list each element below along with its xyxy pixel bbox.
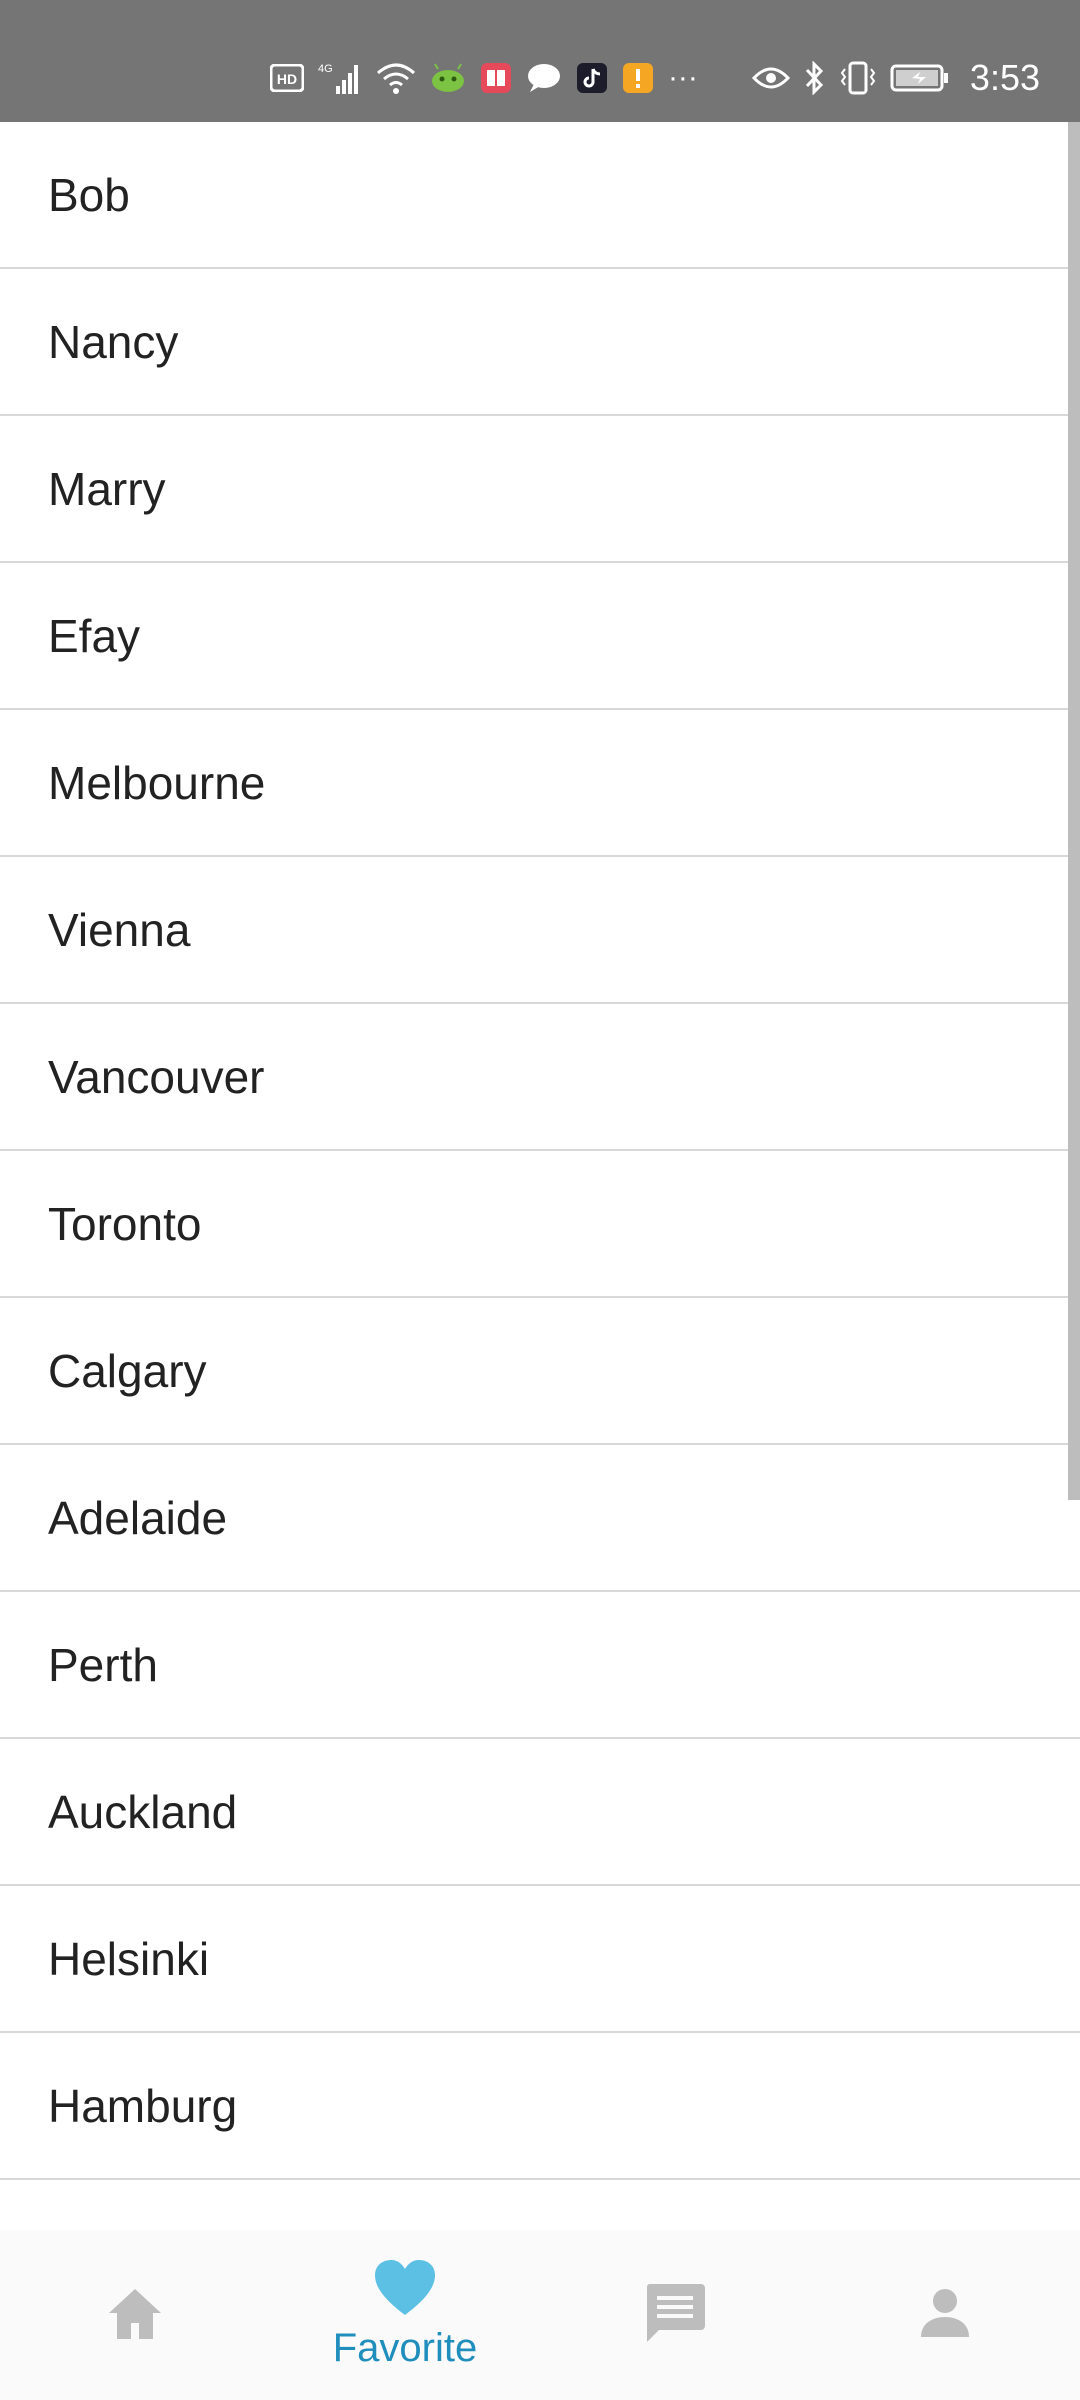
- city-list[interactable]: Bob Nancy Marry Efay Melbourne Vienna Vancouve…: [0, 122, 1080, 2230]
- android-icon: [430, 58, 466, 98]
- list-item-label: Vienna: [48, 903, 191, 956]
- list-item[interactable]: Marry: [0, 416, 1080, 563]
- hd-icon: HD: [269, 58, 304, 98]
- bluetooth-icon: [804, 58, 826, 98]
- list-item-label: Perth: [48, 1638, 158, 1691]
- list-item-label: Marry: [48, 462, 166, 515]
- list-item[interactable]: Vienna: [0, 857, 1080, 1004]
- nav-profile[interactable]: [810, 2230, 1080, 2400]
- nav-favorite[interactable]: Favorite: [270, 2230, 540, 2400]
- book-icon: [480, 58, 512, 98]
- status-icons: HD 4G ··· 3:53: [269, 52, 1040, 104]
- list-item[interactable]: Efay: [0, 563, 1080, 710]
- list-item[interactable]: Bob: [0, 122, 1080, 269]
- list-item-label: Helsinki: [48, 1932, 210, 1985]
- list-item-label: Toronto: [48, 1197, 202, 1250]
- list-item-label: Nancy: [48, 315, 179, 368]
- status-bar: HD 4G ··· 3:53: [0, 0, 1080, 122]
- list-item[interactable]: Melbourne: [0, 710, 1080, 857]
- wifi-icon: [376, 58, 416, 98]
- list-item-label: Bob: [48, 168, 130, 221]
- message-icon: [643, 2282, 707, 2349]
- vibrate-icon: [840, 58, 876, 98]
- home-icon: [105, 2285, 165, 2346]
- scrollbar[interactable]: [1068, 122, 1080, 1500]
- more-icon: ···: [667, 61, 698, 94]
- list-item-label: Adelaide: [48, 1491, 228, 1544]
- battery-icon: [890, 58, 950, 98]
- person-icon: [917, 2285, 973, 2346]
- list-item-label: Melbourne: [48, 756, 266, 809]
- list-item[interactable]: Hamburg: [0, 2033, 1080, 2180]
- list-item-label: Vancouver: [48, 1050, 265, 1103]
- list-item[interactable]: Calgary: [0, 1298, 1080, 1445]
- svg-text:4G: 4G: [318, 63, 333, 75]
- list-item[interactable]: Toronto: [0, 1151, 1080, 1298]
- list-item-label: Calgary: [48, 1344, 207, 1397]
- list-item[interactable]: Vancouver: [0, 1004, 1080, 1151]
- chat-bubble-icon: [526, 58, 562, 98]
- bottom-navigation: Favorite: [0, 2230, 1080, 2400]
- list-item[interactable]: Adelaide: [0, 1445, 1080, 1592]
- list-item[interactable]: Auckland: [0, 1739, 1080, 1886]
- signal-icon: 4G: [318, 58, 362, 98]
- status-time: 3:53: [969, 57, 1040, 98]
- eye-icon: [751, 58, 790, 98]
- list-item[interactable]: Perth: [0, 1592, 1080, 1739]
- nav-favorite-label: Favorite: [332, 2326, 478, 2370]
- list-item[interactable]: Helsinki: [0, 1886, 1080, 2033]
- list-item[interactable]: Nancy: [0, 269, 1080, 416]
- svg-text:HD: HD: [277, 71, 297, 87]
- alert-icon: [622, 58, 654, 98]
- list-item-label: Hamburg: [48, 2079, 238, 2132]
- heart-icon: [373, 2259, 437, 2322]
- nav-messages[interactable]: [540, 2230, 810, 2400]
- list-item-label: Auckland: [48, 1785, 238, 1838]
- nav-home[interactable]: [0, 2230, 270, 2400]
- tiktok-icon: [576, 58, 608, 98]
- list-item-label: Efay: [48, 609, 141, 662]
